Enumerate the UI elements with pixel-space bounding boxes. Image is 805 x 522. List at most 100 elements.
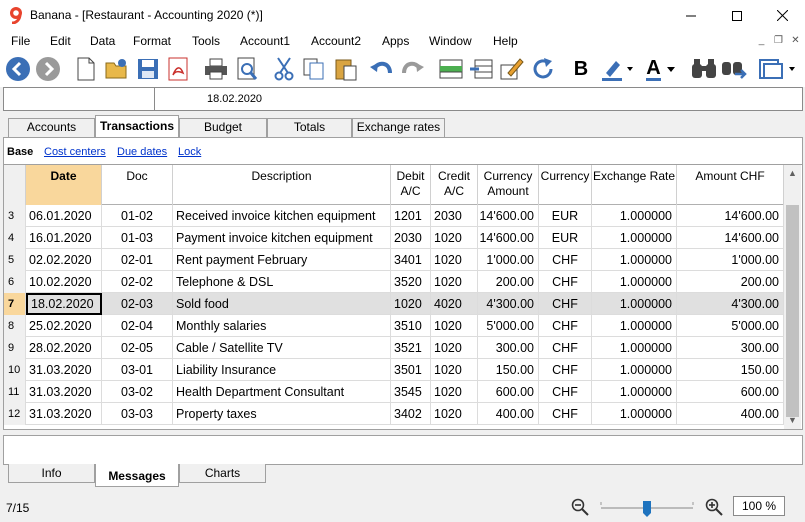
tab-charts[interactable]: Charts [179, 464, 266, 483]
cell-amount-chf[interactable]: 600.00 [677, 381, 784, 403]
cell-description[interactable]: Sold food [173, 293, 391, 315]
cell-debit[interactable]: 3401 [391, 249, 431, 271]
row-number[interactable]: 7 [4, 293, 26, 315]
forward-button[interactable] [34, 55, 62, 83]
scroll-down-icon[interactable]: ▼ [784, 412, 801, 429]
paste-button[interactable] [332, 55, 360, 83]
view-lock[interactable]: Lock [178, 146, 201, 158]
cell-description[interactable]: Rent payment February [173, 249, 391, 271]
cell-currency[interactable]: CHF [539, 271, 592, 293]
cell-doc[interactable]: 03-03 [102, 403, 173, 425]
cell-credit[interactable]: 1020 [431, 403, 478, 425]
row-number[interactable]: 6 [4, 271, 26, 293]
open-folder-button[interactable] [102, 55, 130, 83]
cell-credit[interactable]: 1020 [431, 337, 478, 359]
cell-doc[interactable]: 03-01 [102, 359, 173, 381]
row-number[interactable]: 4 [4, 227, 26, 249]
table-row[interactable]: 11 31.03.2020 03-02 Health Department Consu… [4, 381, 784, 403]
menu-window[interactable]: Window [429, 34, 472, 48]
cell-currency-amount[interactable]: 4'300.00 [478, 293, 539, 315]
cell-currency-amount[interactable]: 600.00 [478, 381, 539, 403]
cell-debit[interactable]: 3510 [391, 315, 431, 337]
row-number[interactable]: 8 [4, 315, 26, 337]
menu-format[interactable]: Format [133, 34, 171, 48]
cell-description[interactable]: Monthly salaries [173, 315, 391, 337]
cell-debit[interactable]: 3402 [391, 403, 431, 425]
scroll-thumb[interactable] [786, 205, 799, 417]
cell-doc[interactable]: 01-03 [102, 227, 173, 249]
cell-amount-chf[interactable]: 14'600.00 [677, 205, 784, 227]
mdi-close-icon[interactable]: ✕ [789, 35, 802, 48]
table-row[interactable]: 7 18.02.2020 02-03 Sold food 1020 4020 4'300.0… [4, 293, 784, 315]
cell-doc[interactable]: 03-02 [102, 381, 173, 403]
recheck-button[interactable] [529, 55, 557, 83]
table-row[interactable]: 6 10.02.2020 02-02 Telephone & DSL 3520 1020 2… [4, 271, 784, 293]
cell-currency-amount[interactable]: 14'600.00 [478, 227, 539, 249]
cell-date[interactable]: 10.02.2020 [26, 271, 102, 293]
view-cost-centers[interactable]: Cost centers [44, 146, 106, 158]
font-color-button[interactable]: A [641, 55, 681, 83]
row-number[interactable]: 12 [4, 403, 26, 425]
redo-button[interactable] [398, 55, 426, 83]
new-file-button[interactable] [72, 55, 100, 83]
cell-editor-bar[interactable]: 18.02.2020 [3, 87, 803, 111]
save-button[interactable] [134, 55, 162, 83]
tab-accounts[interactable]: Accounts [8, 118, 95, 137]
table-row[interactable]: 8 25.02.2020 02-04 Monthly salaries 3510 1020… [4, 315, 784, 337]
cell-date[interactable]: 31.03.2020 [26, 381, 102, 403]
row-number[interactable]: 10 [4, 359, 26, 381]
header-currency[interactable]: Currency [539, 165, 592, 205]
header-currency-amount[interactable]: Currency Amount [478, 165, 539, 205]
cell-currency-amount[interactable]: 300.00 [478, 337, 539, 359]
cell-currency-amount[interactable]: 1'000.00 [478, 249, 539, 271]
cell-date[interactable]: 25.02.2020 [26, 315, 102, 337]
bold-button[interactable]: B [567, 55, 595, 83]
cell-currency-amount[interactable]: 14'600.00 [478, 205, 539, 227]
row-number[interactable]: 11 [4, 381, 26, 403]
cell-currency[interactable]: CHF [539, 293, 592, 315]
menu-account2[interactable]: Account2 [311, 34, 361, 48]
view-base[interactable]: Base [7, 146, 33, 158]
row-number[interactable]: 5 [4, 249, 26, 271]
cell-description[interactable]: Health Department Consultant [173, 381, 391, 403]
cell-currency[interactable]: CHF [539, 403, 592, 425]
cell-credit[interactable]: 1020 [431, 315, 478, 337]
cell-currency[interactable]: CHF [539, 315, 592, 337]
cell-debit[interactable]: 3520 [391, 271, 431, 293]
delete-rows-button[interactable] [467, 55, 495, 83]
row-number[interactable]: 3 [4, 205, 26, 227]
table-row[interactable]: 12 31.03.2020 03-03 Property taxes 3402 1020 4… [4, 403, 784, 425]
menu-tools[interactable]: Tools [192, 34, 220, 48]
back-button[interactable] [4, 55, 32, 83]
cell-exchange-rate[interactable]: 1.000000 [592, 315, 677, 337]
tab-messages[interactable]: Messages [95, 464, 179, 487]
cell-currency[interactable]: CHF [539, 381, 592, 403]
cell-currency-amount[interactable]: 200.00 [478, 271, 539, 293]
menu-edit[interactable]: Edit [50, 34, 71, 48]
cell-credit[interactable]: 1020 [431, 227, 478, 249]
cell-date[interactable]: 31.03.2020 [26, 403, 102, 425]
scroll-up-icon[interactable]: ▲ [784, 165, 801, 182]
close-button[interactable] [759, 0, 805, 31]
cell-amount-chf[interactable]: 4'300.00 [677, 293, 784, 315]
menu-apps[interactable]: Apps [382, 34, 409, 48]
cell-debit[interactable]: 1201 [391, 205, 431, 227]
cell-description[interactable]: Received invoice kitchen equipment [173, 205, 391, 227]
header-credit[interactable]: Credit A/C [431, 165, 478, 205]
cell-date[interactable]: 18.02.2020 [26, 293, 102, 315]
cell-date[interactable]: 28.02.2020 [26, 337, 102, 359]
cell-amount-chf[interactable]: 200.00 [677, 271, 784, 293]
vertical-scrollbar[interactable]: ▲ ▼ [784, 165, 801, 429]
header-description[interactable]: Description [173, 165, 391, 205]
highlight-button[interactable] [599, 55, 635, 83]
cell-credit[interactable]: 1020 [431, 271, 478, 293]
header-amount-chf[interactable]: Amount CHF [677, 165, 784, 205]
cell-description[interactable]: Telephone & DSL [173, 271, 391, 293]
cell-credit[interactable]: 1020 [431, 359, 478, 381]
cell-debit[interactable]: 3521 [391, 337, 431, 359]
cell-exchange-rate[interactable]: 1.000000 [592, 293, 677, 315]
tab-budget[interactable]: Budget [179, 118, 267, 137]
cut-button[interactable] [270, 55, 298, 83]
undo-button[interactable] [368, 55, 396, 83]
cell-doc[interactable]: 02-01 [102, 249, 173, 271]
